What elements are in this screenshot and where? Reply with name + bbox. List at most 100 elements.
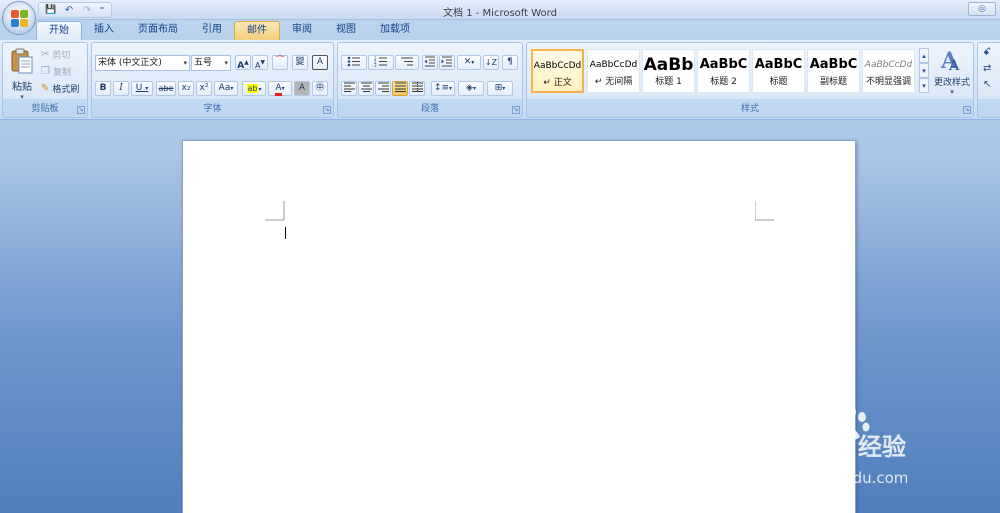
- tab-view[interactable]: 视图: [324, 21, 368, 40]
- superscript-button[interactable]: x²: [196, 81, 212, 96]
- tab-review[interactable]: 审阅: [280, 21, 324, 40]
- paste-label: 粘贴: [12, 82, 32, 93]
- character-shading-button[interactable]: A: [294, 81, 310, 96]
- redo-icon[interactable]: ↷: [79, 3, 95, 17]
- bold-icon: B: [99, 83, 107, 93]
- align-right-button[interactable]: [375, 81, 391, 96]
- copy-button[interactable]: ❐ 复制: [41, 64, 71, 78]
- select-icon[interactable]: ↖: [983, 79, 991, 90]
- scroll-up-icon[interactable]: ▴: [919, 48, 929, 63]
- underline-button[interactable]: U ▾: [131, 81, 153, 96]
- justify-button[interactable]: [392, 81, 408, 96]
- font-color-button[interactable]: A▾: [268, 81, 292, 96]
- font-size-select[interactable]: 五号 ▾: [191, 55, 231, 71]
- style-no-spacing[interactable]: AaBbCcDd ↵ 无间隔: [587, 49, 640, 93]
- character-border-button[interactable]: A: [312, 55, 328, 70]
- format-painter-button[interactable]: ✎ 格式刷: [41, 81, 79, 95]
- tab-mailings[interactable]: 邮件: [234, 21, 280, 40]
- watermark-logo: Baidu: [750, 423, 858, 463]
- customize-qat-icon[interactable]: ⁼: [97, 3, 107, 17]
- decrease-indent-button[interactable]: [422, 55, 438, 70]
- font-launcher-icon[interactable]: ↘: [323, 106, 331, 114]
- phonetic-guide-button[interactable]: 變: [292, 55, 308, 70]
- help-button[interactable]: ◎: [968, 2, 996, 16]
- style-heading-2[interactable]: AaBbC 标题 2: [697, 49, 750, 93]
- style-normal[interactable]: AaBbCcDd ↵ 正文: [531, 49, 584, 93]
- style-name: 不明显强调: [865, 77, 911, 87]
- align-left-icon: [343, 82, 355, 92]
- show-marks-button[interactable]: ¶: [502, 55, 518, 70]
- tab-insert[interactable]: 插入: [82, 21, 126, 40]
- format-painter-label: 格式刷: [52, 84, 80, 95]
- distributed-button[interactable]: [409, 81, 425, 96]
- tab-addins[interactable]: 加载项: [368, 21, 422, 40]
- align-left-button[interactable]: [341, 81, 357, 96]
- tab-references[interactable]: 引用: [190, 21, 234, 40]
- chinese-layout-button[interactable]: ✕▾: [457, 55, 481, 70]
- bold-button[interactable]: B: [95, 81, 111, 96]
- shading-button[interactable]: ◈▾: [458, 81, 484, 96]
- italic-button[interactable]: I: [113, 81, 129, 96]
- clipboard-launcher-icon[interactable]: ↘: [77, 106, 85, 114]
- paragraph-group: 123 ✕▾ ↓Z ¶ ↕≡▾ ◈▾ ⊞▾ 段落 ↘: [337, 42, 523, 118]
- more-styles-icon[interactable]: ▾: [919, 78, 929, 93]
- baidu-watermark: Baidu 经验 jingyan.baidu.com: [750, 405, 950, 500]
- strikethrough-button[interactable]: abe: [156, 81, 176, 96]
- style-name: 副标题: [819, 77, 847, 87]
- font-group-label: 字体: [203, 104, 222, 114]
- styles-scroll-buttons: ▴ ▾ ▾: [919, 48, 929, 94]
- change-case-button[interactable]: Aa▾: [214, 81, 238, 96]
- bullets-button[interactable]: [341, 55, 367, 70]
- office-logo-icon: [11, 10, 29, 28]
- chevron-down-icon: ▾: [224, 59, 228, 67]
- font-name-select[interactable]: 宋体 (中文正文) ▾: [95, 55, 190, 71]
- subscript-icon: x₂: [181, 83, 191, 93]
- editing-group: ꗃ ⇄ ↖: [977, 42, 1000, 118]
- undo-icon[interactable]: ↶: [61, 3, 77, 17]
- style-subtle-emphasis[interactable]: AaBbCcDd 不明显强调: [862, 49, 915, 93]
- enclose-characters-button[interactable]: ㊥: [312, 81, 328, 96]
- brush-icon: ✎: [41, 82, 50, 94]
- styles-launcher-icon[interactable]: ↘: [963, 106, 971, 114]
- styles-group-label: 样式: [740, 104, 759, 114]
- multilevel-list-button[interactable]: [395, 55, 419, 70]
- office-button[interactable]: [2, 1, 36, 35]
- sort-button[interactable]: ↓Z: [483, 55, 499, 70]
- shrink-font-button[interactable]: A▼: [252, 55, 268, 70]
- style-subtitle[interactable]: AaBbC 副标题: [807, 49, 860, 93]
- style-sample: AaBb: [643, 56, 694, 74]
- numbering-button[interactable]: 123: [368, 55, 394, 70]
- find-icon[interactable]: ꗃ: [983, 47, 991, 58]
- style-sample: AaBbC: [699, 57, 748, 72]
- borders-button[interactable]: ⊞▾: [487, 81, 513, 96]
- clipboard-group-label: 剪贴板: [31, 104, 59, 114]
- quick-access-toolbar: 💾 ↶ ↷ ⁼: [38, 2, 112, 18]
- tab-page-layout[interactable]: 页面布局: [126, 21, 190, 40]
- align-center-button[interactable]: [358, 81, 374, 96]
- line-spacing-button[interactable]: ↕≡▾: [431, 81, 455, 96]
- highlight-button[interactable]: ab▾: [242, 81, 266, 96]
- clear-format-icon: ⁀: [276, 57, 284, 67]
- svg-text:3: 3: [374, 63, 377, 67]
- increase-indent-button[interactable]: [439, 55, 455, 70]
- save-icon[interactable]: 💾: [43, 3, 59, 17]
- scissors-icon: ✂: [41, 48, 50, 60]
- tab-home[interactable]: 开始: [36, 21, 82, 40]
- clear-format-button[interactable]: ⁀: [272, 55, 288, 70]
- paste-button[interactable]: 粘贴 ▾: [7, 46, 37, 102]
- replace-icon[interactable]: ⇄: [983, 63, 991, 74]
- style-heading-1[interactable]: AaBb 标题 1: [642, 49, 695, 93]
- change-styles-button[interactable]: A A 更改样式 ▾: [931, 46, 973, 102]
- copy-label: 复制: [52, 67, 71, 78]
- subscript-button[interactable]: x₂: [178, 81, 194, 96]
- distributed-icon: [411, 82, 423, 92]
- grow-font-button[interactable]: A▲: [235, 55, 251, 71]
- font-name-value: 宋体 (中文正文): [98, 58, 162, 68]
- scroll-down-icon[interactable]: ▾: [919, 63, 929, 78]
- style-name: 标题 1: [655, 77, 682, 87]
- window-title: 文档 1 - Microsoft Word: [443, 8, 557, 19]
- cut-button[interactable]: ✂ 剪切: [41, 47, 70, 61]
- paragraph-launcher-icon[interactable]: ↘: [512, 106, 520, 114]
- increase-indent-icon: [441, 56, 452, 67]
- style-title[interactable]: AaBbC 标题: [752, 49, 805, 93]
